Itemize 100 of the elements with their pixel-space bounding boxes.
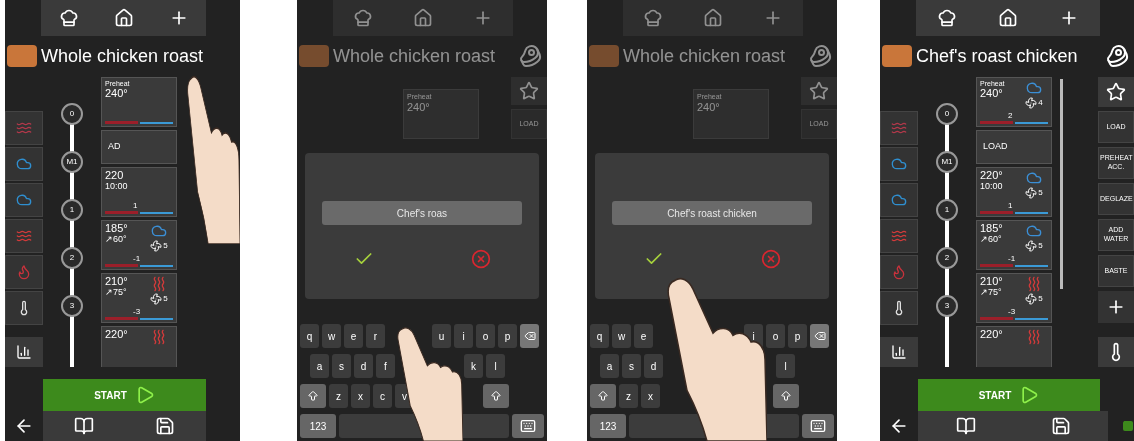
- timeline-step[interactable]: M1: [936, 151, 958, 173]
- keyboard-key[interactable]: z: [329, 384, 348, 408]
- shift-key[interactable]: [483, 384, 509, 408]
- keyboard-key[interactable]: k: [464, 354, 483, 378]
- cooking-mode-tile[interactable]: [880, 111, 918, 145]
- timeline-step[interactable]: 3: [936, 295, 958, 317]
- keyboard-key[interactable]: q: [300, 324, 319, 348]
- steam-heat-icon: [151, 223, 167, 239]
- step-card[interactable]: 210° ↗75° 5 -3: [101, 273, 177, 323]
- save-icon[interactable]: [1050, 416, 1071, 436]
- steam-chart-tile[interactable]: [5, 337, 43, 367]
- step-card[interactable]: 220° 10:00 5 1: [976, 167, 1052, 217]
- step-temperature: 240°: [980, 88, 1004, 99]
- start-button[interactable]: START: [43, 379, 206, 411]
- cooking-mode-tile[interactable]: [5, 291, 43, 325]
- keyboard-key[interactable]: e: [634, 324, 653, 348]
- shift-arrow-icon: [307, 390, 319, 402]
- keyboard-key[interactable]: w: [612, 324, 631, 348]
- name-input-field[interactable]: Chef's roas: [322, 201, 522, 225]
- step-time: ↗75°: [105, 288, 128, 297]
- keyboard-key[interactable]: l: [776, 354, 795, 378]
- keyboard-key[interactable]: a: [310, 354, 329, 378]
- cooking-mode-tile[interactable]: [880, 183, 918, 217]
- step-card[interactable]: 220°: [101, 326, 177, 367]
- favorites-button[interactable]: [1098, 77, 1134, 107]
- numbers-key[interactable]: 123: [300, 414, 336, 438]
- keyboard-key[interactable]: u: [432, 324, 451, 348]
- keyboard-key[interactable]: s: [622, 354, 641, 378]
- cooking-mode-tile[interactable]: [5, 255, 43, 289]
- backspace-key[interactable]: [520, 324, 539, 348]
- recipe-title[interactable]: Whole chicken roast: [623, 42, 805, 70]
- cooking-mode-tile[interactable]: [5, 111, 43, 145]
- keyboard-key[interactable]: x: [641, 384, 660, 408]
- step-time: 10:00: [105, 182, 129, 191]
- cooking-mode-tile[interactable]: [880, 219, 918, 253]
- steam-chart-tile[interactable]: [880, 337, 918, 367]
- timeline-step[interactable]: 2: [936, 247, 958, 269]
- keyboard-key[interactable]: o: [766, 324, 785, 348]
- fan-speed: 5: [1038, 187, 1043, 199]
- keyboard-key[interactable]: e: [344, 324, 363, 348]
- step-card[interactable]: LOAD: [976, 130, 1052, 164]
- keyboard-key[interactable]: s: [332, 354, 351, 378]
- keyboard-key[interactable]: f: [376, 354, 395, 378]
- meat-icon[interactable]: [1106, 44, 1130, 68]
- timeline-step[interactable]: 1: [936, 199, 958, 221]
- hide-keyboard-key[interactable]: [512, 414, 544, 438]
- keyboard-key[interactable]: l: [486, 354, 505, 378]
- step-time: ↗75°: [980, 288, 1003, 297]
- keyboard-key[interactable]: i: [454, 324, 473, 348]
- recipe-title[interactable]: Chef's roast chicken: [916, 42, 1102, 70]
- backspace-key[interactable]: [810, 324, 829, 348]
- keyboard-key[interactable]: d: [354, 354, 373, 378]
- name-input-field[interactable]: Chef's roast chicken: [612, 201, 812, 225]
- cooking-mode-tile[interactable]: [880, 147, 918, 181]
- keyboard-key[interactable]: z: [619, 384, 638, 408]
- keyboard-key[interactable]: p: [498, 324, 517, 348]
- chef-hat-icon[interactable]: [58, 8, 79, 28]
- keyboard-key[interactable]: x: [351, 384, 370, 408]
- help-book-icon[interactable]: [955, 416, 976, 436]
- keyboard-key[interactable]: w: [322, 324, 341, 348]
- keyboard-key[interactable]: o: [476, 324, 495, 348]
- start-button[interactable]: START: [918, 379, 1100, 411]
- step-card[interactable]: 185° ↗60° 5 -1: [101, 220, 177, 270]
- cooking-mode-tile[interactable]: [5, 219, 43, 253]
- keyboard-key[interactable]: d: [644, 354, 663, 378]
- save-icon[interactable]: [155, 416, 176, 436]
- keyboard-key[interactable]: a: [600, 354, 619, 378]
- timeline-step[interactable]: 2: [61, 247, 83, 269]
- timeline-step[interactable]: 0: [61, 103, 83, 125]
- keyboard-key[interactable]: p: [788, 324, 807, 348]
- cooking-mode-tile[interactable]: [5, 183, 43, 217]
- cooking-mode-tile[interactable]: [5, 147, 43, 181]
- hide-keyboard-key[interactable]: [802, 414, 834, 438]
- step-card[interactable]: 220 10:00 1: [101, 167, 177, 217]
- keyboard-key[interactable]: r: [366, 324, 385, 348]
- timeline-step[interactable]: 1: [61, 199, 83, 221]
- step-card[interactable]: AD: [101, 130, 177, 164]
- status-icon: [1122, 420, 1134, 432]
- step-card[interactable]: 220°: [976, 326, 1052, 367]
- cooking-mode-tile[interactable]: [880, 291, 918, 325]
- shift-key[interactable]: [590, 384, 616, 408]
- probe-button[interactable]: [1098, 337, 1134, 367]
- cooking-mode-tile[interactable]: [880, 255, 918, 289]
- timeline-step[interactable]: M1: [61, 151, 83, 173]
- timeline-step[interactable]: 0: [936, 103, 958, 125]
- messages-button[interactable]: [1098, 291, 1134, 323]
- recipe-title[interactable]: Whole chicken roast: [333, 42, 515, 70]
- shift-key[interactable]: [773, 384, 799, 408]
- shift-key[interactable]: [300, 384, 326, 408]
- recipe-title[interactable]: Whole chicken roast: [41, 42, 240, 70]
- home-icon[interactable]: [113, 8, 134, 28]
- numbers-key[interactable]: 123: [590, 414, 626, 438]
- keyboard-key[interactable]: q: [590, 324, 609, 348]
- keyboard-key[interactable]: c: [373, 384, 392, 408]
- step-card[interactable]: 185° ↗60° 5 -1: [976, 220, 1052, 270]
- step-card[interactable]: 210° ↗75° 5 -3: [976, 273, 1052, 323]
- chef-hat-icon[interactable]: [936, 8, 957, 28]
- timeline-step[interactable]: 3: [61, 295, 83, 317]
- help-book-icon[interactable]: [73, 416, 94, 436]
- home-icon[interactable]: [998, 8, 1018, 28]
